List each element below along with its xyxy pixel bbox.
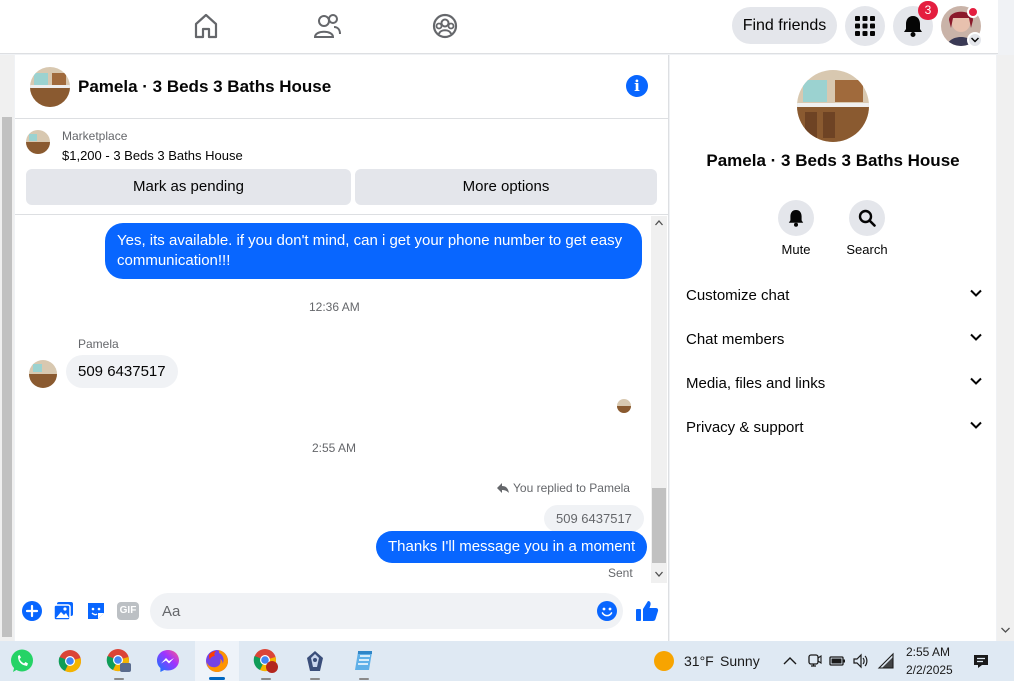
clock-date[interactable]: 2/2/2025	[906, 663, 953, 677]
message-list: Yes, its available. if you don't mind, c…	[15, 216, 651, 583]
section-label: Privacy & support	[686, 419, 804, 436]
weather-temperature[interactable]: 31°F	[684, 653, 714, 669]
section-label: Media, files and links	[686, 375, 826, 392]
listing-source-label: Marketplace	[62, 129, 128, 143]
chrome-profile-icon[interactable]	[97, 641, 141, 681]
chat-title[interactable]: Pamela · 3 Beds 3 Baths House	[78, 77, 331, 97]
message-timestamp: 2:55 AM	[312, 441, 357, 455]
marketplace-listing-bar: Marketplace $1,200 - 3 Beds 3 Baths Hous…	[15, 120, 669, 215]
notification-center-icon[interactable]	[972, 652, 990, 670]
panel-scrollbar[interactable]	[997, 55, 1014, 641]
sun-icon[interactable]	[654, 651, 674, 671]
chevron-down-icon	[970, 421, 982, 429]
friends-icon[interactable]	[313, 11, 341, 41]
windows-taskbar: 31°F Sunny 2:55 AM 2/2/2025	[0, 641, 1014, 681]
mute-label: Mute	[781, 242, 811, 257]
chevron-down-icon	[970, 377, 982, 385]
menu-button[interactable]	[845, 6, 885, 46]
clock-time[interactable]: 2:55 AM	[906, 645, 950, 659]
chevron-down-icon	[970, 289, 982, 297]
chat-avatar[interactable]	[30, 67, 70, 107]
messenger-icon[interactable]	[146, 641, 190, 681]
chat-panel: Pamela · 3 Beds 3 Baths House i Marketpl…	[15, 55, 669, 641]
mute-button[interactable]: Mute	[766, 200, 826, 257]
thumbs-up-icon[interactable]	[635, 599, 659, 621]
search-icon	[858, 209, 876, 227]
more-options-button[interactable]: More options	[355, 169, 657, 205]
sender-avatar[interactable]	[29, 360, 57, 388]
chrome-alt-icon[interactable]	[244, 641, 288, 681]
sender-name: Pamela	[78, 337, 119, 351]
message-timestamp: 12:36 AM	[309, 300, 360, 314]
bell-icon	[903, 15, 923, 37]
groups-icon[interactable]	[432, 11, 458, 41]
conversation-details-panel: Pamela · 3 Beds 3 Baths House Mute Searc…	[670, 55, 996, 641]
weather-condition[interactable]: Sunny	[720, 653, 760, 669]
notification-badge: 3	[918, 1, 938, 20]
chrome-icon[interactable]	[48, 641, 92, 681]
message-composer: GIF	[15, 589, 669, 633]
app-icon[interactable]	[293, 641, 337, 681]
find-friends-button[interactable]: Find friends	[732, 7, 837, 44]
search-label: Search	[846, 242, 888, 257]
page-scrollbar[interactable]	[0, 55, 14, 641]
message-input[interactable]	[150, 593, 623, 629]
reply-indicator-label: You replied to Pamela	[513, 481, 630, 495]
section-media-files-links[interactable]: Media, files and links	[686, 362, 982, 406]
battery-icon[interactable]	[828, 652, 846, 670]
search-button[interactable]: Search	[837, 200, 897, 257]
photo-icon[interactable]	[53, 600, 75, 622]
incoming-message[interactable]: 509 6437517	[66, 355, 178, 388]
volume-icon[interactable]	[852, 652, 870, 670]
scrollbar-thumb[interactable]	[2, 117, 12, 637]
section-label: Chat members	[686, 331, 785, 348]
whatsapp-icon[interactable]	[0, 641, 44, 681]
listing-thumbnail[interactable]	[26, 130, 50, 154]
profile-notification-dot	[967, 6, 979, 18]
bell-icon	[788, 209, 804, 227]
emoji-icon[interactable]	[596, 600, 618, 622]
message-scrollbar[interactable]	[651, 216, 667, 583]
reply-arrow-icon	[496, 481, 510, 495]
section-privacy-support[interactable]: Privacy & support	[686, 406, 982, 450]
top-navigation-bar: Find friends 3	[0, 0, 998, 54]
chat-header: Pamela · 3 Beds 3 Baths House i	[15, 55, 669, 119]
account-menu-chevron-icon[interactable]	[967, 32, 983, 48]
quoted-message[interactable]: 509 6437517	[544, 505, 644, 532]
grid-menu-icon	[855, 16, 875, 36]
mark-as-pending-button[interactable]: Mark as pending	[26, 169, 351, 205]
meet-now-icon[interactable]	[805, 652, 823, 670]
info-icon[interactable]: i	[626, 75, 648, 97]
chevron-up-icon[interactable]	[781, 652, 799, 670]
wifi-icon[interactable]	[877, 652, 895, 670]
listing-price-title[interactable]: $1,200 - 3 Beds 3 Baths House	[62, 148, 243, 163]
section-label: Customize chat	[686, 287, 790, 304]
section-chat-members[interactable]: Chat members	[686, 318, 982, 362]
outgoing-message[interactable]: Thanks I'll message you in a moment	[376, 531, 648, 563]
scrollbar-thumb[interactable]	[652, 488, 666, 563]
notepad-icon[interactable]	[342, 641, 386, 681]
gif-icon[interactable]: GIF	[117, 602, 139, 620]
firefox-icon[interactable]	[195, 641, 239, 681]
chevron-down-icon	[970, 333, 982, 341]
read-receipt-avatar	[617, 399, 631, 413]
conversation-title: Pamela · 3 Beds 3 Baths House	[706, 151, 960, 170]
outgoing-message[interactable]: Yes, its available. if you don't mind, c…	[105, 223, 642, 279]
conversation-avatar[interactable]	[797, 70, 869, 142]
plus-icon[interactable]	[21, 600, 43, 622]
home-icon[interactable]	[193, 11, 219, 41]
section-customize-chat[interactable]: Customize chat	[686, 274, 982, 318]
message-status: Sent	[608, 566, 633, 580]
sticker-icon[interactable]	[85, 600, 107, 622]
